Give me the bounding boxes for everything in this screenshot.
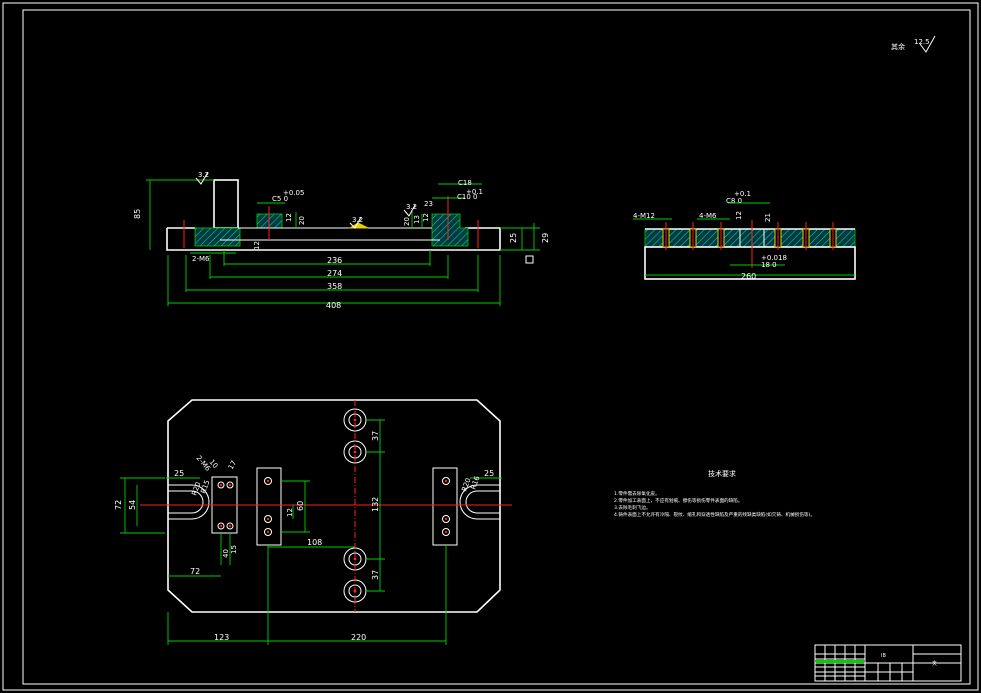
dim-236: 236 xyxy=(327,256,342,265)
plan-dim-40: 40 xyxy=(222,549,230,558)
dim-12b: 12 xyxy=(422,213,430,222)
side-dim-260: 260 xyxy=(741,272,756,281)
dim-358: 358 xyxy=(327,282,342,291)
plan-dim-15: 15 xyxy=(230,545,238,554)
plan-dim-r16r: R16 xyxy=(469,474,481,490)
dim-25: 25 xyxy=(509,233,518,243)
plan-dim-17: 17 xyxy=(227,459,238,471)
plan-dim-37b: 37 xyxy=(371,570,380,580)
plan-dim-72b: 72 xyxy=(190,567,200,576)
plan-dim-108: 108 xyxy=(307,538,322,547)
outer-border xyxy=(2,2,979,691)
dim-12a: 12 xyxy=(285,213,293,222)
dim-274: 274 xyxy=(327,269,342,278)
side-dim-21: 21 xyxy=(764,213,772,222)
dim-20a: 20 xyxy=(298,216,306,225)
dim-20b: 20 xyxy=(403,217,411,226)
tech-title: 技术要求 xyxy=(708,469,736,478)
title-block: IB 夹 xyxy=(814,644,962,682)
plan-dim-25r: 25 xyxy=(484,469,494,478)
title-block-code: IB xyxy=(881,653,886,659)
plan-body-outline xyxy=(167,399,501,613)
dim-2m6: 2-M6 xyxy=(192,255,210,263)
drawing-sheet: 其余 12.5 85 408 358 274 236 25 29 2-M6 12… xyxy=(0,0,981,693)
side-dim-m6: 4-M6 xyxy=(699,212,717,220)
dim-408: 408 xyxy=(326,301,341,310)
side-dim-c8: C8 0 xyxy=(726,197,742,205)
plan-dim-220: 220 xyxy=(351,633,366,642)
plan-dim-37a: 37 xyxy=(371,431,380,441)
side-hatch xyxy=(644,228,856,248)
dim-23: 23 xyxy=(424,200,433,208)
plan-clamp-center xyxy=(256,467,282,546)
dim-29: 29 xyxy=(541,233,550,243)
plan-dim-r15: R15 xyxy=(199,479,211,495)
plan-view: 25 25 72 54 2-M6 10 17 R20 R15 R20 R16 4… xyxy=(114,399,512,645)
side-dim-12: 12 xyxy=(735,211,743,220)
front-upright xyxy=(213,179,239,229)
tech-item-4: 4.铸件表面上不允许有冷隔、裂纹、缩孔和穿透性缺陷及严重的残缺类缺陷(如欠铸、机… xyxy=(614,511,815,518)
side-dim-tol-01: +0.1 xyxy=(734,190,751,198)
dim-13: 13 xyxy=(413,215,421,224)
front-hatch-left xyxy=(194,227,241,247)
plan-dim-72: 72 xyxy=(114,500,123,510)
tech-item-1: 1.零件需去除氧化皮。 xyxy=(614,490,660,497)
roughness-label: 其余 xyxy=(891,42,905,51)
front-view: 85 408 358 274 236 25 29 2-M6 12 C5 0 +0… xyxy=(133,171,550,310)
tech-item-3: 3.去除毛刺飞边。 xyxy=(614,504,651,511)
roughness-value: 12.5 xyxy=(914,38,930,46)
dim-tol-01: +0.1 xyxy=(466,188,483,196)
side-view: C8 0 +0.1 4-M12 4-M6 12 21 +0.018 18 0 2… xyxy=(633,190,856,281)
side-dim-m12: 4-M12 xyxy=(633,212,655,220)
title-block-part-name: 夹 xyxy=(932,660,937,667)
drawing-canvas: 其余 12.5 85 408 358 274 236 25 29 2-M6 12… xyxy=(2,2,979,691)
plan-dim-123: 123 xyxy=(214,633,229,642)
dim-tol-005: +0.05 xyxy=(283,189,304,197)
dim-c18: C18 xyxy=(458,179,472,187)
inner-border xyxy=(22,9,971,685)
roughness-symbol: 其余 12.5 xyxy=(891,35,936,53)
front-rough-c: 3.2 xyxy=(406,203,417,211)
plan-dim-54: 54 xyxy=(128,500,137,510)
tech-requirements: 技术要求 1.零件需去除氧化皮。 2.零件加工表面上，不应有划痕、擦伤等损伤零件… xyxy=(614,469,815,518)
dim-85: 85 xyxy=(133,209,142,219)
tech-item-2: 2.零件加工表面上，不应有划痕、擦伤等损伤零件表面的缺陷。 xyxy=(614,497,742,504)
plan-dim-60: 60 xyxy=(296,501,305,511)
plan-dim-132: 132 xyxy=(371,497,380,512)
front-hatch-right xyxy=(431,213,469,247)
dim-12c: 12 xyxy=(253,241,261,250)
plan-clamp-right xyxy=(432,467,458,546)
plan-dim-12: 12 xyxy=(286,508,294,517)
side-dim-18: 18 0 xyxy=(761,261,777,269)
plan-dim-25l: 25 xyxy=(174,469,184,478)
